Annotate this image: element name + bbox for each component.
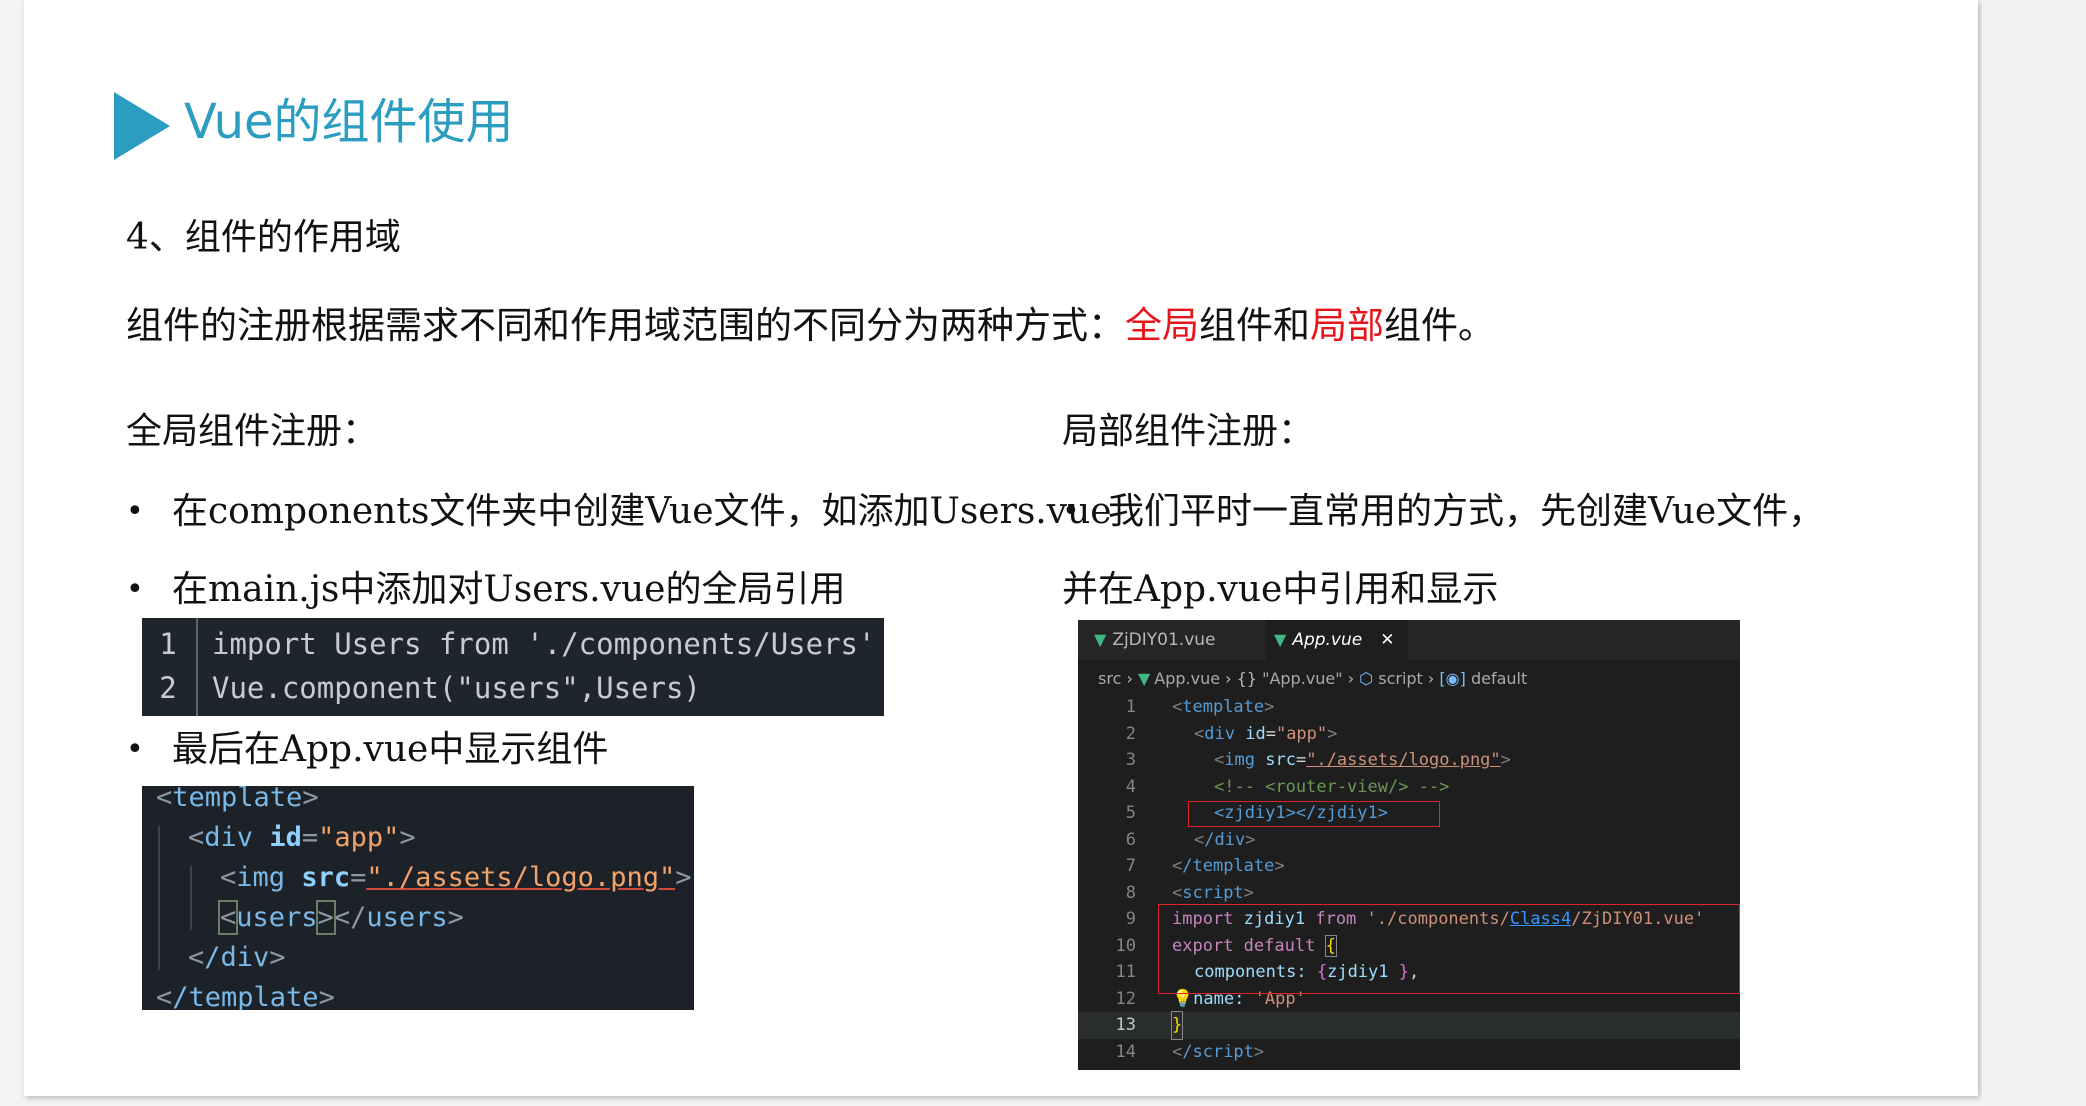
tab-zjdiy01[interactable]: ▼ ZjDIY01.vue [1094, 620, 1216, 660]
field-icon: [◉] [1439, 669, 1466, 688]
code-line: <div id="app"> [188, 822, 416, 853]
editor-tab-bar: ▼ ZjDIY01.vue ▼ App.vue ✕ [1078, 620, 1740, 660]
code-line: </template> [156, 982, 335, 1010]
code-line: 3 <img src="./assets/logo.png"> [1125, 750, 1511, 770]
vue-icon: ▼ [1094, 630, 1107, 649]
code-line: <img src="./assets/logo.png"> [220, 862, 692, 893]
intro-text-before: 组件的注册根据需求不同和作用域范围的不同分为两种方式： [126, 304, 1125, 347]
vscode-editor-screenshot: ▼ ZjDIY01.vue ▼ App.vue ✕ src › ▼ App.vue › … [1078, 620, 1740, 1070]
highlight-box-import [1158, 904, 1740, 994]
section-heading: 4、组件的作用域 [126, 217, 401, 258]
code-line: 2 Vue.component("users",Users) [142, 666, 884, 710]
global-bullet-3: 最后在App.vue中显示组件 [172, 729, 609, 770]
code-snippet-main-js: 1 import Users from './components/Users'… [142, 618, 884, 716]
title-arrow-icon [114, 92, 170, 160]
global-bullet-2: 在main.js中添加对Users.vue的全局引用 [172, 569, 846, 610]
indent-guide [190, 866, 192, 930]
chevron-right-icon: › [1126, 669, 1138, 688]
vue-icon: ▼ [1137, 669, 1151, 688]
chevron-right-icon: › [1347, 669, 1360, 688]
code-line: </div> [188, 942, 286, 973]
chevron-right-icon: › [1225, 669, 1237, 688]
local-heading: 局部组件注册： [1062, 411, 1315, 452]
tab-app-vue[interactable]: ▼ App.vue ✕ [1266, 620, 1409, 660]
code-line: 7 </template> [1125, 856, 1285, 876]
code-line: 1 <template> [1125, 697, 1275, 717]
intro-global-highlight: 全局 [1125, 304, 1199, 347]
code-line: <template> [156, 786, 319, 813]
code-line-current: 13} [1078, 1011, 1740, 1040]
code-snippet-app-template: <template> <div id="app"> <img src="./as… [142, 786, 694, 1010]
vue-icon: ▼ [1274, 630, 1287, 649]
code-line: 4 <!-- <router-view/> --> [1125, 776, 1450, 797]
slide-title: Vue的组件使用 [184, 94, 514, 150]
side-panel [1982, 0, 2086, 1106]
line-number: 2 [159, 671, 177, 705]
code-line: 14 </script> [1115, 1041, 1265, 1062]
intro-text-mid: 组件和 [1199, 304, 1310, 347]
line-number: 1 [159, 627, 177, 661]
highlight-box-component-tag [1188, 801, 1440, 827]
code-text: import Users from './components/Users' [212, 627, 876, 661]
code-line: 8 <script> [1125, 882, 1254, 903]
global-heading: 全局组件注册： [126, 411, 379, 452]
code-line: 1 import Users from './components/Users' [142, 622, 884, 666]
indent-guide [158, 826, 160, 970]
bullet-dot: • [1062, 494, 1080, 529]
breadcrumb: src › ▼ App.vue › {} "App.vue" › ⬡ script… [1098, 669, 1528, 688]
code-line: 6 </div> [1125, 829, 1256, 850]
bullet-dot: • [126, 494, 144, 529]
local-bullet-1: 我们平时一直常用的方式，先创建Vue文件， [1108, 491, 1825, 532]
bullet-dot: • [126, 732, 144, 767]
cube-icon: ⬡ [1359, 669, 1374, 688]
code-line: <users></users> [217, 900, 464, 935]
braces-icon: {} [1236, 669, 1257, 688]
local-bullet-1-continued: 并在App.vue中引用和显示 [1062, 569, 1499, 610]
chevron-right-icon: › [1427, 669, 1440, 688]
intro-text-after: 组件。 [1384, 304, 1495, 347]
code-line: 2 <div id="app"> [1125, 723, 1338, 744]
intro-paragraph: 组件的注册根据需求不同和作用域范围的不同分为两种方式：全局组件和局部组件。 [126, 302, 1495, 350]
close-icon[interactable]: ✕ [1380, 630, 1394, 650]
bullet-dot: • [126, 572, 144, 607]
global-bullet-1: 在components文件夹中创建Vue文件，如添加Users.vue [172, 491, 1112, 532]
intro-local-highlight: 局部 [1310, 304, 1384, 347]
code-text: Vue.component("users",Users) [212, 671, 701, 705]
